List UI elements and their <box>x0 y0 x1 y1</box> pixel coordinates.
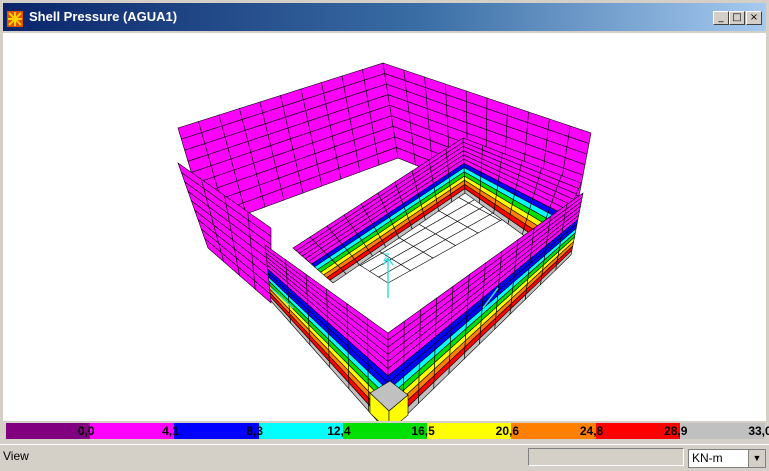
status-bar: View KN-m ▼ <box>0 444 769 471</box>
title-bar[interactable]: Shell Pressure (AGUA1) _ □ × <box>3 3 766 31</box>
z-axis-label: Z <box>383 252 390 264</box>
legend-label: 16,5 <box>411 424 435 438</box>
tank-3d-model[interactable]: Z <box>3 33 766 434</box>
close-button[interactable]: × <box>746 11 762 25</box>
units-value: KN-m <box>692 451 723 465</box>
legend-label: 4,1 <box>162 424 179 438</box>
status-pane <box>528 448 684 466</box>
shell-pressure-window: Shell Pressure (AGUA1) _ □ × Z 0,0 4,1 8,3… <box>0 0 769 471</box>
model-view-canvas[interactable]: Z <box>3 33 766 434</box>
maximize-button[interactable]: □ <box>729 11 745 25</box>
pressure-legend: 0,0 4,1 8,3 12,4 16,5 20,6 24,8 28,9 33,0 <box>6 423 769 439</box>
legend-label: 33,0 <box>748 424 769 438</box>
window-title: Shell Pressure (AGUA1) <box>29 9 178 24</box>
legend-label: 24,8 <box>579 424 604 438</box>
legend-label: 0,0 <box>77 424 95 438</box>
chevron-down-icon[interactable]: ▼ <box>748 450 765 467</box>
minimize-button[interactable]: _ <box>713 11 729 25</box>
legend-label: 28,9 <box>664 424 688 438</box>
legend-label: 8,3 <box>246 424 263 438</box>
legend-label: 20,6 <box>495 424 520 438</box>
status-text: View <box>3 449 29 463</box>
app-icon <box>7 11 23 27</box>
units-select[interactable]: KN-m ▼ <box>688 449 766 468</box>
legend-label: 12,4 <box>327 424 351 438</box>
